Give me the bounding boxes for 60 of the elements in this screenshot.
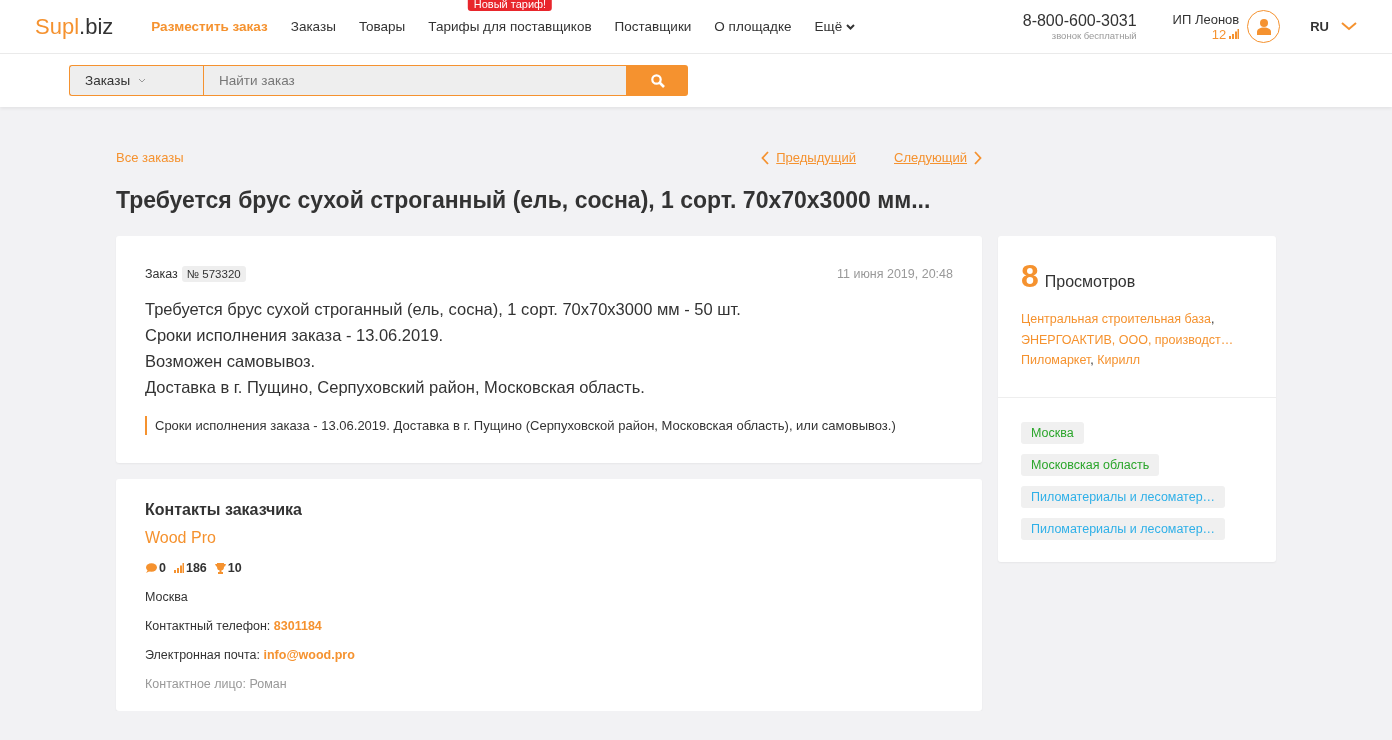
nav-link[interactable]: Поставщики <box>614 19 692 34</box>
chevron-down-icon <box>1341 22 1357 31</box>
views-count: 8 <box>1021 258 1039 295</box>
trophy-icon <box>214 562 226 574</box>
city-text: Москва <box>145 590 188 604</box>
contacts-heading: Контакты заказчика <box>145 501 302 519</box>
nav-link[interactable]: Товары <box>358 19 406 34</box>
field-label: Контактный телефон: <box>145 619 271 633</box>
chevron-left-icon <box>761 150 770 165</box>
phone-note: звонок бесплатный <box>1051 30 1137 41</box>
language-selector[interactable]: RU <box>1310 19 1357 34</box>
nav-link[interactable]: О площадке <box>714 19 792 34</box>
views-label: Просмотров <box>1044 273 1136 291</box>
user-icon <box>1256 18 1271 35</box>
order-label: Заказ <box>145 267 178 281</box>
tag[interactable]: Московская область <box>1021 453 1160 476</box>
previous-link[interactable]: Предыдущий <box>761 150 856 165</box>
signal-bars-icon <box>1229 29 1240 39</box>
user-name[interactable]: ИП Леонов <box>1172 11 1240 27</box>
order-text: Возможен самовывоз. <box>145 351 317 372</box>
separator: , <box>1210 312 1215 326</box>
stat-value: 10 <box>227 561 242 575</box>
tag[interactable]: Пиломатериалы и лесоматер… <box>1021 517 1226 540</box>
contact-person: Контактное лицо: Роман <box>145 677 287 691</box>
phone-number: 8-800-600-3031 <box>1022 12 1137 30</box>
user-rating: 12 <box>1211 26 1227 42</box>
order-number: № 573320 <box>181 266 246 282</box>
field-label: Электронная почта: <box>145 648 261 662</box>
viewer-link[interactable]: ЭНЕРГОАКТИВ, ООО, производст… <box>1021 332 1234 347</box>
search-button[interactable] <box>627 65 688 96</box>
order-text: Доставка в г. Пущино, Серпуховский район, Московская область. <box>145 377 646 398</box>
order-quote: Сроки исполнения заказа - 13.06.2019. Доставка в г. Пущино (Серпуховской район, Московская область), или самовывоз.) <box>145 416 953 435</box>
separator: , <box>1090 353 1094 367</box>
viewer-link[interactable]: Центральная строительная база <box>1021 312 1211 326</box>
new-badge: Новый тариф! <box>467 0 553 11</box>
search-icon <box>650 73 665 88</box>
nav-link[interactable]: Разместить заказ <box>151 19 268 34</box>
search-scope-dropdown[interactable]: Заказы <box>69 65 203 96</box>
order-text: Требуется брус сухой строганный (ель, сосна), 1 сорт. 70х70х3000 мм - 50 шт. <box>145 299 742 320</box>
contact-link[interactable]: info@wood.pro <box>263 648 355 662</box>
viewer-link[interactable]: Кирилл <box>1097 353 1141 367</box>
all-orders-link[interactable]: Все заказы <box>116 150 184 165</box>
order-text: Сроки исполнения заказа - 13.06.2019. <box>145 325 445 346</box>
stat-value: 186 <box>185 561 207 575</box>
nav-link[interactable]: Ещё <box>814 19 856 34</box>
tag[interactable]: Москва <box>1021 421 1084 444</box>
search-field[interactable]: Найти заказ <box>203 65 627 96</box>
chevron-down-icon <box>138 78 147 83</box>
chevron-right-icon <box>974 150 982 165</box>
stat-value: 0 <box>159 561 166 575</box>
page-title: Требуется брус сухой строганный (ель, сосна), 1 сорт. 70х70х3000 мм... <box>116 187 932 214</box>
speech-bubble-icon <box>145 563 157 573</box>
tag[interactable]: Пиломатериалы и лесоматер… <box>1021 485 1226 508</box>
signal-bars-icon <box>173 563 184 573</box>
next-link[interactable]: Следующий <box>894 150 982 165</box>
order-date: 11 июня 2019, 20:48 <box>837 267 953 281</box>
company-link[interactable]: Wood Pro <box>145 529 216 547</box>
nav-link[interactable]: Заказы <box>290 19 336 34</box>
contact-link[interactable]: 8301184 <box>273 619 322 633</box>
site-logo[interactable]: Supl.biz <box>35 13 114 40</box>
